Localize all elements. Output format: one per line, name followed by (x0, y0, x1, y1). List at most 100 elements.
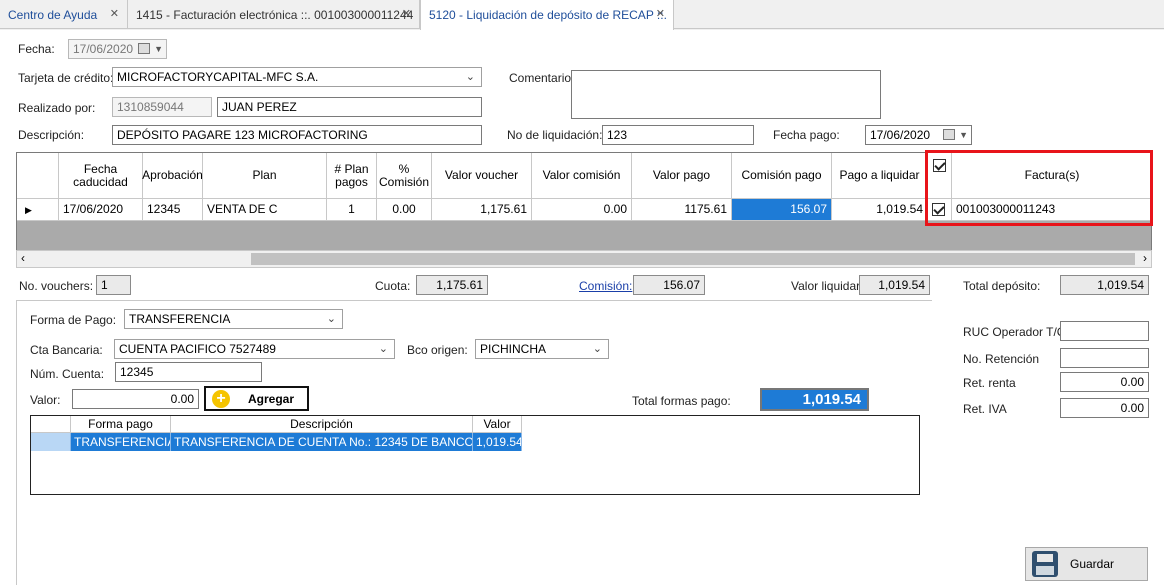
tarjeta-value: MICROFACTORYCAPITAL-MFC S.A. (117, 70, 319, 84)
cell-valor-voucher[interactable]: 1,175.61 (432, 199, 532, 221)
chevron-down-icon: ▼ (154, 44, 163, 54)
cell-descripcion[interactable]: TRANSFERENCIA DE CUENTA No.: 12345 DE BA… (171, 433, 473, 451)
col-comision-pct[interactable]: % Comisión (377, 153, 432, 199)
scroll-right-icon[interactable]: › (1143, 251, 1147, 265)
close-icon[interactable]: ✕ (110, 7, 119, 20)
liquidacion-field[interactable]: 123 (602, 125, 754, 145)
tab-label: 5120 - Liquidación de depósito de RECAP … (429, 8, 667, 22)
col-comision-pago[interactable]: Comisión pago (732, 153, 832, 199)
calendar-icon (943, 129, 955, 140)
forma-pago-label: Forma de Pago: (30, 313, 117, 327)
total-formas-value: 1,019.54 (802, 391, 861, 408)
comision-field: 156.07 (633, 275, 705, 295)
scroll-left-icon[interactable]: ‹ (21, 251, 25, 265)
cell-aprobacion[interactable]: 12345 (143, 199, 203, 221)
cta-bancaria-select[interactable]: CUENTA PACIFICO 7527489 ⌄ (114, 339, 395, 359)
chevron-down-icon: ▼ (959, 130, 968, 140)
ret-renta-field[interactable]: 0.00 (1060, 372, 1149, 392)
add-icon: + (212, 389, 230, 408)
cell-valor-pago[interactable]: 1175.61 (632, 199, 732, 221)
forma-pago-select[interactable]: TRANSFERENCIA ⌄ (124, 309, 343, 329)
cta-bancaria-label: Cta Bancaria: (30, 343, 103, 357)
col-valor-comision[interactable]: Valor comisión (532, 153, 632, 199)
ruc-field[interactable] (1060, 321, 1149, 341)
total-formas-label: Total formas pago: (632, 394, 731, 408)
cell-plan-pagos[interactable]: 1 (327, 199, 377, 221)
total-deposito-field: 1,019.54 (1060, 275, 1149, 295)
payment-row-selector[interactable] (31, 433, 71, 451)
retencion-label: No. Retención (963, 352, 1040, 366)
col-pago-liquidar[interactable]: Pago a liquidar (832, 153, 928, 199)
cell-forma[interactable]: TRANSFERENCIA (71, 433, 171, 451)
col-valor-pago[interactable]: Valor pago (632, 153, 732, 199)
tab-liquidacion[interactable]: 5120 - Liquidación de depósito de RECAP … (420, 0, 674, 30)
num-cuenta-label: Núm. Cuenta: (30, 367, 105, 381)
col-aprobacion[interactable]: Aprobación (142, 153, 203, 199)
comision-value: 156.07 (663, 278, 700, 292)
cell-plan[interactable]: VENTA DE C (203, 199, 327, 221)
realizado-id-field: 1310859044 (112, 97, 212, 117)
total-deposito-value: 1,019.54 (1097, 278, 1144, 292)
col-plan[interactable]: Plan (203, 153, 327, 199)
vouchers-value: 1 (101, 278, 108, 292)
col-descripcion[interactable]: Descripción (171, 416, 473, 433)
descripcion-value: DEPÓSITO PAGARE 123 MICROFACTORING (117, 128, 368, 142)
comentario-textarea[interactable] (571, 70, 881, 119)
tab-centro-ayuda[interactable]: Centro de Ayuda ✕ (0, 0, 128, 29)
bco-origen-select[interactable]: PICHINCHA ⌄ (475, 339, 609, 359)
valor-value: 0.00 (170, 392, 194, 406)
valor-label: Valor: (30, 393, 61, 407)
close-icon[interactable]: ✕ (656, 7, 665, 20)
col-forma-pago[interactable]: Forma pago (71, 416, 171, 433)
ret-iva-label: Ret. IVA (963, 402, 1007, 416)
agregar-button[interactable]: + Agregar (204, 386, 309, 411)
comision-link[interactable]: Comisión: (579, 279, 632, 293)
tarjeta-select[interactable]: MICROFACTORYCAPITAL-MFC S.A. ⌄ (112, 67, 482, 87)
guardar-button[interactable]: Guardar (1025, 547, 1148, 581)
cell-valor-comision[interactable]: 0.00 (532, 199, 632, 221)
realizado-name-field[interactable]: JUAN PEREZ (217, 97, 482, 117)
row-selector[interactable]: ▶ (17, 199, 59, 221)
valor-field[interactable]: 0.00 (72, 389, 199, 409)
close-icon[interactable]: ✕ (402, 7, 411, 20)
cuota-value: 1,175.61 (436, 278, 483, 292)
liquidacion-label: No de liquidación: (507, 128, 603, 142)
cell-comision-pago[interactable]: 156.07 (732, 199, 832, 221)
liquidacion-value: 123 (607, 128, 628, 142)
total-deposito-label: Total depósito: (963, 279, 1041, 293)
cell-comision-pct[interactable]: 0.00 (377, 199, 432, 221)
grid-horizontal-scrollbar[interactable]: ‹ › (16, 250, 1152, 268)
cta-bancaria-value: CUENTA PACIFICO 7527489 (119, 342, 276, 356)
scrollbar-thumb[interactable] (251, 253, 1135, 265)
ret-renta-label: Ret. renta (963, 376, 1016, 390)
chevron-down-icon: ⌄ (326, 313, 336, 325)
fecha-pago-label: Fecha pago: (773, 128, 840, 142)
fecha-value: 17/06/2020 (73, 42, 134, 56)
cell-valor[interactable]: 1,019.54 (473, 433, 522, 451)
retencion-field[interactable] (1060, 348, 1149, 368)
col-valor-voucher[interactable]: Valor voucher (432, 153, 532, 199)
tab-facturacion[interactable]: 1415 - Facturación electrónica ::. 00100… (128, 0, 420, 29)
ret-iva-value: 0.00 (1120, 401, 1144, 415)
forma-pago-value: TRANSFERENCIA (129, 312, 231, 326)
row-pointer-icon: ▶ (25, 205, 32, 215)
cell-fecha[interactable]: 17/06/2020 (59, 199, 143, 221)
col-valor[interactable]: Valor (473, 416, 522, 433)
highlight-box (925, 150, 1153, 226)
agregar-label: Agregar (248, 391, 295, 406)
realizado-label: Realizado por: (18, 101, 96, 115)
chevron-down-icon: ⌄ (465, 71, 475, 83)
col-fecha-caducidad[interactable]: Fecha caducidad (59, 153, 143, 199)
cell-pago-liquidar[interactable]: 1,019.54 (832, 199, 928, 221)
col-plan-pagos[interactable]: # Plan pagos (327, 153, 377, 199)
chevron-down-icon: ⌄ (592, 343, 602, 355)
descripcion-field[interactable]: DEPÓSITO PAGARE 123 MICROFACTORING (112, 125, 482, 145)
cuota-field: 1,175.61 (416, 275, 488, 295)
fecha-pago-field[interactable]: 17/06/2020 ▼ (865, 125, 972, 145)
valor-liquidar-field: 1,019.54 (859, 275, 930, 295)
num-cuenta-field[interactable]: 12345 (115, 362, 262, 382)
total-formas-field: 1,019.54 (760, 388, 869, 411)
ret-renta-value: 0.00 (1120, 375, 1144, 389)
calendar-icon (138, 43, 150, 54)
ret-iva-field[interactable]: 0.00 (1060, 398, 1149, 418)
